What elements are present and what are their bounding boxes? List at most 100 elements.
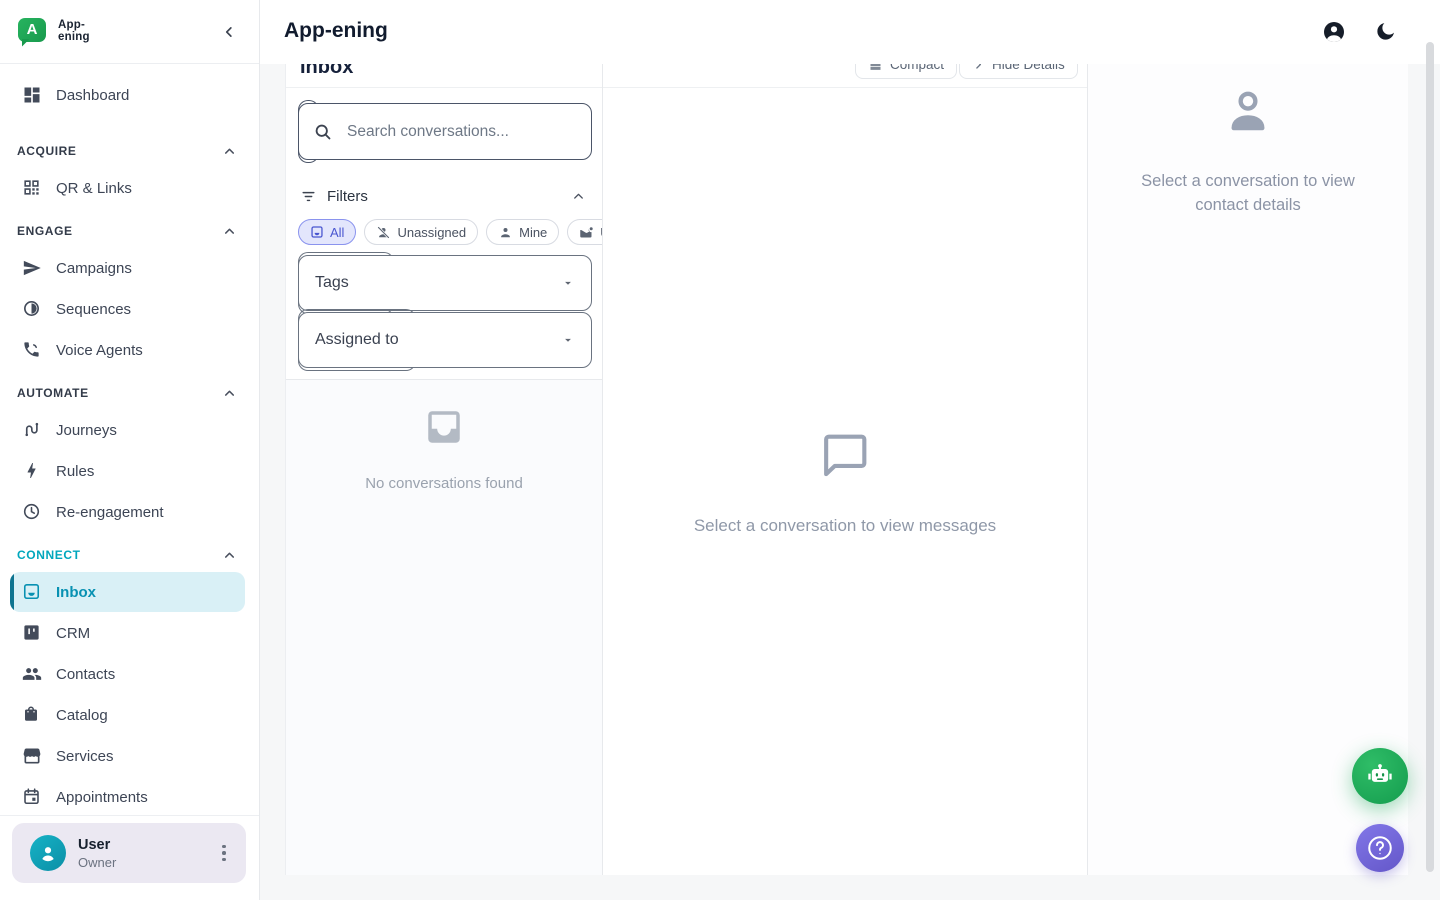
user-menu-kebab-icon[interactable] — [212, 841, 236, 865]
main-content: Inbox Filters All Unassigned — [260, 0, 1440, 900]
sidebar-item-label: QR & Links — [56, 180, 132, 197]
tags-select[interactable]: Tags — [298, 255, 592, 311]
sidebar-item-label: Contacts — [56, 666, 115, 683]
sidebar-item-crm[interactable]: CRM — [10, 613, 245, 653]
chip-label: Unread — [600, 225, 602, 240]
user-avatar — [30, 835, 66, 871]
chat-bubble-icon — [816, 427, 874, 485]
person-icon — [37, 842, 59, 864]
sidebar: A App- ening Dashboard ACQUIRE QR & Link… — [0, 0, 260, 900]
section-label: AUTOMATE — [17, 386, 89, 400]
robot-icon — [1366, 762, 1394, 790]
question-mark-icon — [1365, 833, 1395, 863]
kanban-board-icon — [22, 623, 42, 643]
filters-row: Filters — [300, 186, 586, 206]
people-icon — [22, 664, 42, 684]
person-off-icon — [376, 225, 391, 240]
sidebar-item-rules[interactable]: Rules — [10, 451, 245, 491]
sidebar-item-label: Journeys — [56, 422, 117, 439]
phone-in-talk-icon — [22, 340, 42, 360]
shopping-bag-icon — [22, 705, 42, 725]
chip-all[interactable]: All — [298, 219, 356, 245]
sidebar-item-label: Appointments — [56, 789, 148, 806]
dashboard-icon — [22, 85, 42, 105]
sidebar-item-label: Dashboard — [56, 87, 129, 104]
chip-label: Unassigned — [397, 225, 466, 240]
section-automate[interactable]: AUTOMATE — [0, 385, 259, 401]
chevron-up-icon — [222, 548, 237, 563]
person-icon — [498, 225, 513, 240]
progress-circle-icon — [22, 299, 42, 319]
top-header: App-ening — [260, 0, 1440, 64]
person-outline-icon — [1222, 86, 1274, 138]
search-conversations-box — [298, 103, 592, 160]
section-connect[interactable]: CONNECT — [0, 547, 259, 563]
details-empty-text: Select a conversation to view contact de… — [1088, 169, 1408, 217]
search-input[interactable] — [347, 123, 577, 141]
app-logo-icon: A — [18, 18, 46, 42]
sidebar-item-label: Inbox — [56, 584, 96, 601]
sidebar-item-contacts[interactable]: Contacts — [10, 654, 245, 694]
section-acquire[interactable]: ACQUIRE — [0, 143, 259, 159]
app-logo: A — [18, 18, 48, 46]
inbox-tray-icon — [423, 406, 465, 448]
sidebar-item-label: Voice Agents — [56, 342, 143, 359]
assigned-to-select[interactable]: Assigned to — [298, 312, 592, 368]
sidebar-item-voice-agents[interactable]: Voice Agents — [10, 330, 245, 370]
chip-label: Mine — [519, 225, 547, 240]
chip-unread[interactable]: Unread — [567, 219, 602, 245]
dark-mode-moon-icon[interactable] — [1374, 20, 1398, 44]
mail-unread-icon — [579, 225, 594, 240]
help-fab[interactable] — [1356, 824, 1404, 872]
caret-down-icon — [561, 276, 575, 290]
brand-name: App- ening — [58, 20, 90, 43]
sidebar-item-appointments[interactable]: Appointments — [10, 777, 245, 815]
qr-code-icon — [22, 178, 42, 198]
sidebar-item-inbox[interactable]: Inbox — [10, 572, 245, 612]
sidebar-item-catalog[interactable]: Catalog — [10, 695, 245, 735]
clock-icon — [22, 502, 42, 522]
inbox-empty-text: No conversations found — [286, 475, 602, 492]
contact-details-panel: Select a conversation to view contact de… — [1088, 0, 1408, 875]
page-title: App-ening — [284, 19, 388, 43]
user-card[interactable]: User Owner — [12, 823, 246, 883]
filters-label: Filters — [327, 188, 368, 205]
assigned-to-select-label: Assigned to — [315, 331, 399, 349]
user-role: Owner — [78, 855, 116, 870]
route-icon — [22, 420, 42, 440]
chip-mine[interactable]: Mine — [486, 219, 559, 245]
sidebar-item-sequences[interactable]: Sequences — [10, 289, 245, 329]
inbox-panel: Inbox Filters All Unassigned — [285, 0, 603, 875]
sidebar-collapse-button[interactable] — [215, 18, 243, 46]
sidebar-item-services[interactable]: Services — [10, 736, 245, 776]
calendar-icon — [22, 787, 42, 807]
storefront-icon — [22, 746, 42, 766]
sidebar-item-dashboard[interactable]: Dashboard — [10, 75, 245, 115]
search-icon — [313, 122, 333, 142]
send-icon — [22, 258, 42, 278]
chevron-up-icon — [222, 386, 237, 401]
sidebar-item-re-engagement[interactable]: Re-engagement — [10, 492, 245, 532]
tags-select-label: Tags — [315, 274, 349, 292]
filter-chips: All Unassigned Mine Unread — [298, 219, 602, 246]
sidebar-item-journeys[interactable]: Journeys — [10, 410, 245, 450]
user-name: User — [78, 837, 116, 853]
chip-unassigned[interactable]: Unassigned — [364, 219, 478, 245]
chevron-up-icon — [222, 144, 237, 159]
filters-collapse-chevron-up-icon[interactable] — [571, 189, 586, 204]
section-label: ACQUIRE — [17, 144, 77, 158]
sidebar-item-campaigns[interactable]: Campaigns — [10, 248, 245, 288]
section-label: ENGAGE — [17, 224, 73, 238]
sidebar-item-label: Campaigns — [56, 260, 132, 277]
section-label: CONNECT — [17, 548, 81, 562]
account-circle-icon[interactable] — [1322, 20, 1346, 44]
inbox-empty-state: No conversations found — [286, 406, 602, 492]
section-engage[interactable]: ENGAGE — [0, 223, 259, 239]
ai-assistant-fab[interactable] — [1352, 748, 1408, 804]
page-scrollbar[interactable] — [1426, 42, 1434, 872]
sidebar-item-qr-links[interactable]: QR & Links — [10, 168, 245, 208]
sidebar-item-label: Services — [56, 748, 114, 765]
sidebar-nav: Dashboard ACQUIRE QR & Links ENGAGE Camp… — [0, 64, 259, 815]
inbox-icon — [22, 582, 42, 602]
caret-down-icon — [561, 333, 575, 347]
